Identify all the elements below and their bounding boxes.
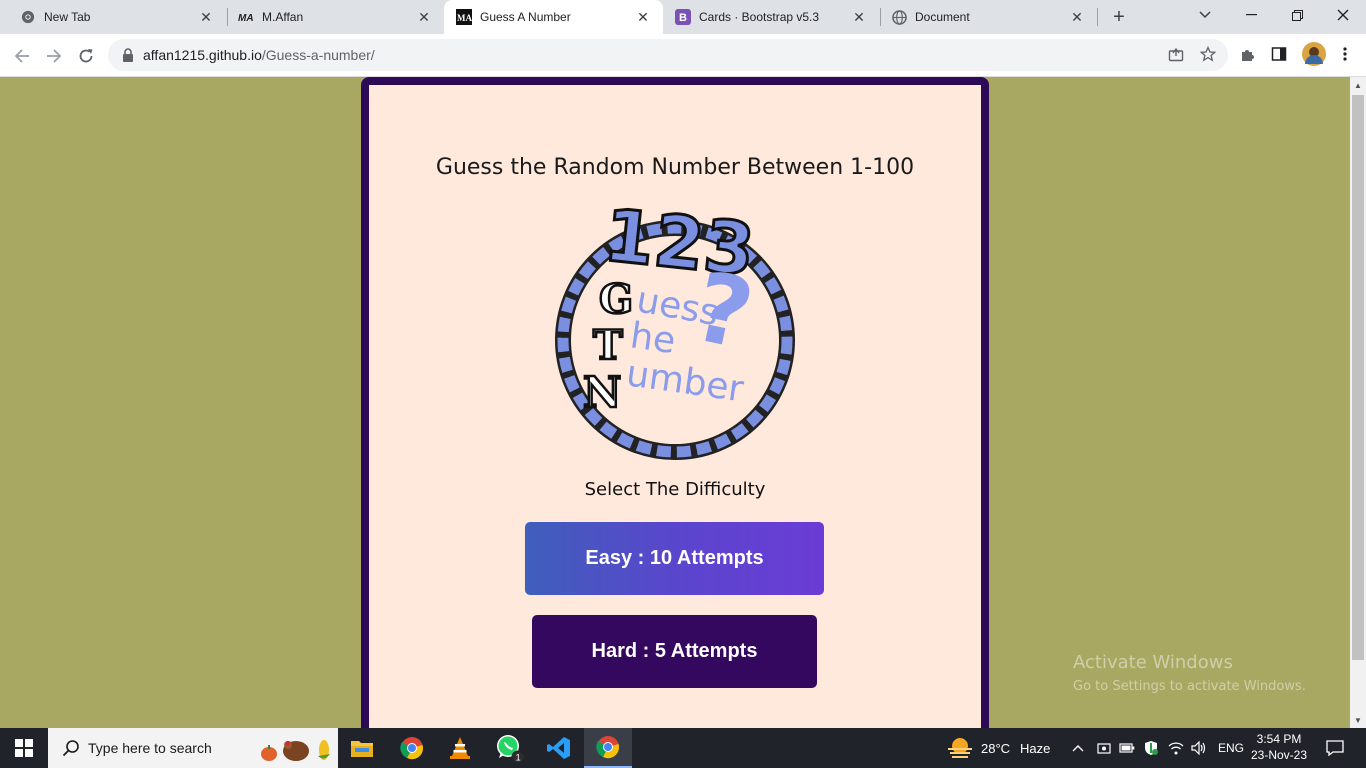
close-window-button[interactable] <box>1320 0 1366 30</box>
lock-icon <box>123 48 133 62</box>
tab-guess-a-number[interactable]: MA Guess A Number ✕ <box>444 0 663 34</box>
file-explorer-icon[interactable] <box>338 728 386 768</box>
chrome-taskbar-icon[interactable] <box>388 728 436 768</box>
windows-logo-icon <box>15 739 33 757</box>
tab-title: New Tab <box>44 10 91 24</box>
clock-time: 3:54 PM <box>1256 732 1302 746</box>
reload-button[interactable] <box>72 42 100 70</box>
chrome-icon <box>20 9 36 25</box>
page-scrollbar[interactable]: ▲ ▼ <box>1350 77 1366 728</box>
whatsapp-icon[interactable]: 1 <box>486 728 534 768</box>
notification-center-icon[interactable] <box>1318 728 1352 768</box>
svg-text:B: B <box>679 12 687 24</box>
search-placeholder: Type here to search <box>88 740 212 756</box>
logo-letter-n: N <box>583 368 621 417</box>
clock-date: 23-Nov-23 <box>1250 748 1308 762</box>
chrome-active-taskbar-icon[interactable] <box>584 728 632 768</box>
svg-text:MA: MA <box>457 13 472 23</box>
game-card: Guess the Random Number Between 1-100 12… <box>369 85 981 728</box>
ma-black-logo-icon: MA <box>456 9 472 25</box>
watermark-subtitle: Go to Settings to activate Windows. <box>1073 679 1306 694</box>
battery-icon[interactable] <box>1119 728 1135 768</box>
forward-button[interactable] <box>40 42 68 70</box>
restore-button[interactable] <box>1274 0 1320 30</box>
page-title: Guess the Random Number Between 1-100 <box>435 155 915 180</box>
wifi-icon[interactable] <box>1168 728 1184 768</box>
easy-difficulty-button[interactable]: Easy : 10 Attempts <box>525 522 824 595</box>
svg-text:MA: MA <box>238 13 254 24</box>
windows-start-button[interactable] <box>0 728 48 768</box>
vscode-icon[interactable] <box>535 728 583 768</box>
tab-bootstrap-cards[interactable]: B Cards · Bootstrap v5.3 ✕ <box>663 0 879 34</box>
tab-m-affan[interactable]: MA M.Affan ✕ <box>228 0 444 34</box>
windows-taskbar: Type here to search 1 28°C Haze ENG 3:54… <box>0 728 1366 768</box>
tab-title: Cards · Bootstrap v5.3 <box>699 10 820 24</box>
logo-letter-t: T <box>593 322 623 369</box>
activate-windows-watermark: Activate Windows Go to Settings to activ… <box>1073 652 1306 694</box>
tab-document[interactable]: Document ✕ <box>881 0 1097 34</box>
haze-weather-icon <box>948 738 972 758</box>
bootstrap-icon: B <box>675 9 691 25</box>
logo-letter-g: G <box>599 276 633 323</box>
tab-separator <box>1097 8 1098 26</box>
tab-strip: New Tab ✕ MA M.Affan ✕ MA Guess A Number… <box>0 0 1366 34</box>
weather-widget[interactable]: 28°C Haze <box>946 728 1050 768</box>
close-icon[interactable]: ✕ <box>198 9 214 25</box>
guess-the-number-logo: 123 G T N uess he umber ? <box>555 191 795 460</box>
scroll-up-arrow-icon[interactable]: ▲ <box>1350 77 1366 93</box>
watermark-title: Activate Windows <box>1073 652 1233 673</box>
tab-search-chevron-icon[interactable] <box>1182 0 1228 30</box>
weather-temperature: 28°C <box>981 740 1011 756</box>
browser-menu-icon[interactable] <box>1334 43 1356 65</box>
page-viewport: Guess the Random Number Between 1-100 12… <box>0 77 1350 728</box>
meet-now-icon[interactable] <box>1097 728 1111 768</box>
address-bar[interactable]: affan1215.github.io/Guess-a-number/ <box>108 39 1228 71</box>
volume-icon[interactable] <box>1191 728 1207 768</box>
close-icon[interactable]: ✕ <box>635 9 651 25</box>
search-icon <box>62 740 79 757</box>
tab-new-tab[interactable]: New Tab ✕ <box>0 0 226 34</box>
side-panel-icon[interactable] <box>1268 43 1290 65</box>
extensions-puzzle-icon[interactable] <box>1237 43 1259 65</box>
globe-icon <box>891 9 907 25</box>
thanksgiving-decoration-icon <box>261 740 330 761</box>
bookmark-star-icon[interactable] <box>1197 43 1219 65</box>
taskbar-search-box[interactable]: Type here to search <box>48 728 338 768</box>
scrollbar-thumb[interactable] <box>1352 95 1364 660</box>
minimize-button[interactable] <box>1228 0 1274 30</box>
difficulty-heading: Select The Difficulty <box>584 479 766 500</box>
close-icon[interactable]: ✕ <box>416 9 432 25</box>
whatsapp-badge: 1 <box>516 753 521 763</box>
tab-title: M.Affan <box>262 10 304 24</box>
security-shield-icon[interactable] <box>1144 728 1158 768</box>
tray-overflow-chevron-icon[interactable] <box>1072 728 1084 768</box>
url-path: /Guess-a-number/ <box>261 47 375 63</box>
profile-avatar[interactable] <box>1301 41 1327 67</box>
share-icon[interactable] <box>1165 43 1187 65</box>
input-language[interactable]: ENG <box>1218 728 1244 768</box>
close-icon[interactable]: ✕ <box>1069 9 1085 25</box>
tab-title: Guess A Number <box>480 10 571 24</box>
hard-difficulty-button[interactable]: Hard : 5 Attempts <box>532 615 817 688</box>
tab-title: Document <box>915 10 970 24</box>
taskbar-clock[interactable]: 3:54 PM 23-Nov-23 <box>1246 731 1312 763</box>
new-tab-button[interactable]: + <box>1108 6 1130 28</box>
weather-condition: Haze <box>1020 740 1051 756</box>
browser-toolbar: affan1215.github.io/Guess-a-number/ <box>0 34 1366 77</box>
url-host: affan1215.github.io <box>143 47 262 63</box>
scroll-down-arrow-icon[interactable]: ▼ <box>1350 712 1366 728</box>
close-icon[interactable]: ✕ <box>851 9 867 25</box>
back-button[interactable] <box>8 42 36 70</box>
game-card-border: Guess the Random Number Between 1-100 12… <box>361 77 989 728</box>
ma-logo-icon: MA <box>238 9 254 25</box>
vlc-icon[interactable] <box>436 728 484 768</box>
